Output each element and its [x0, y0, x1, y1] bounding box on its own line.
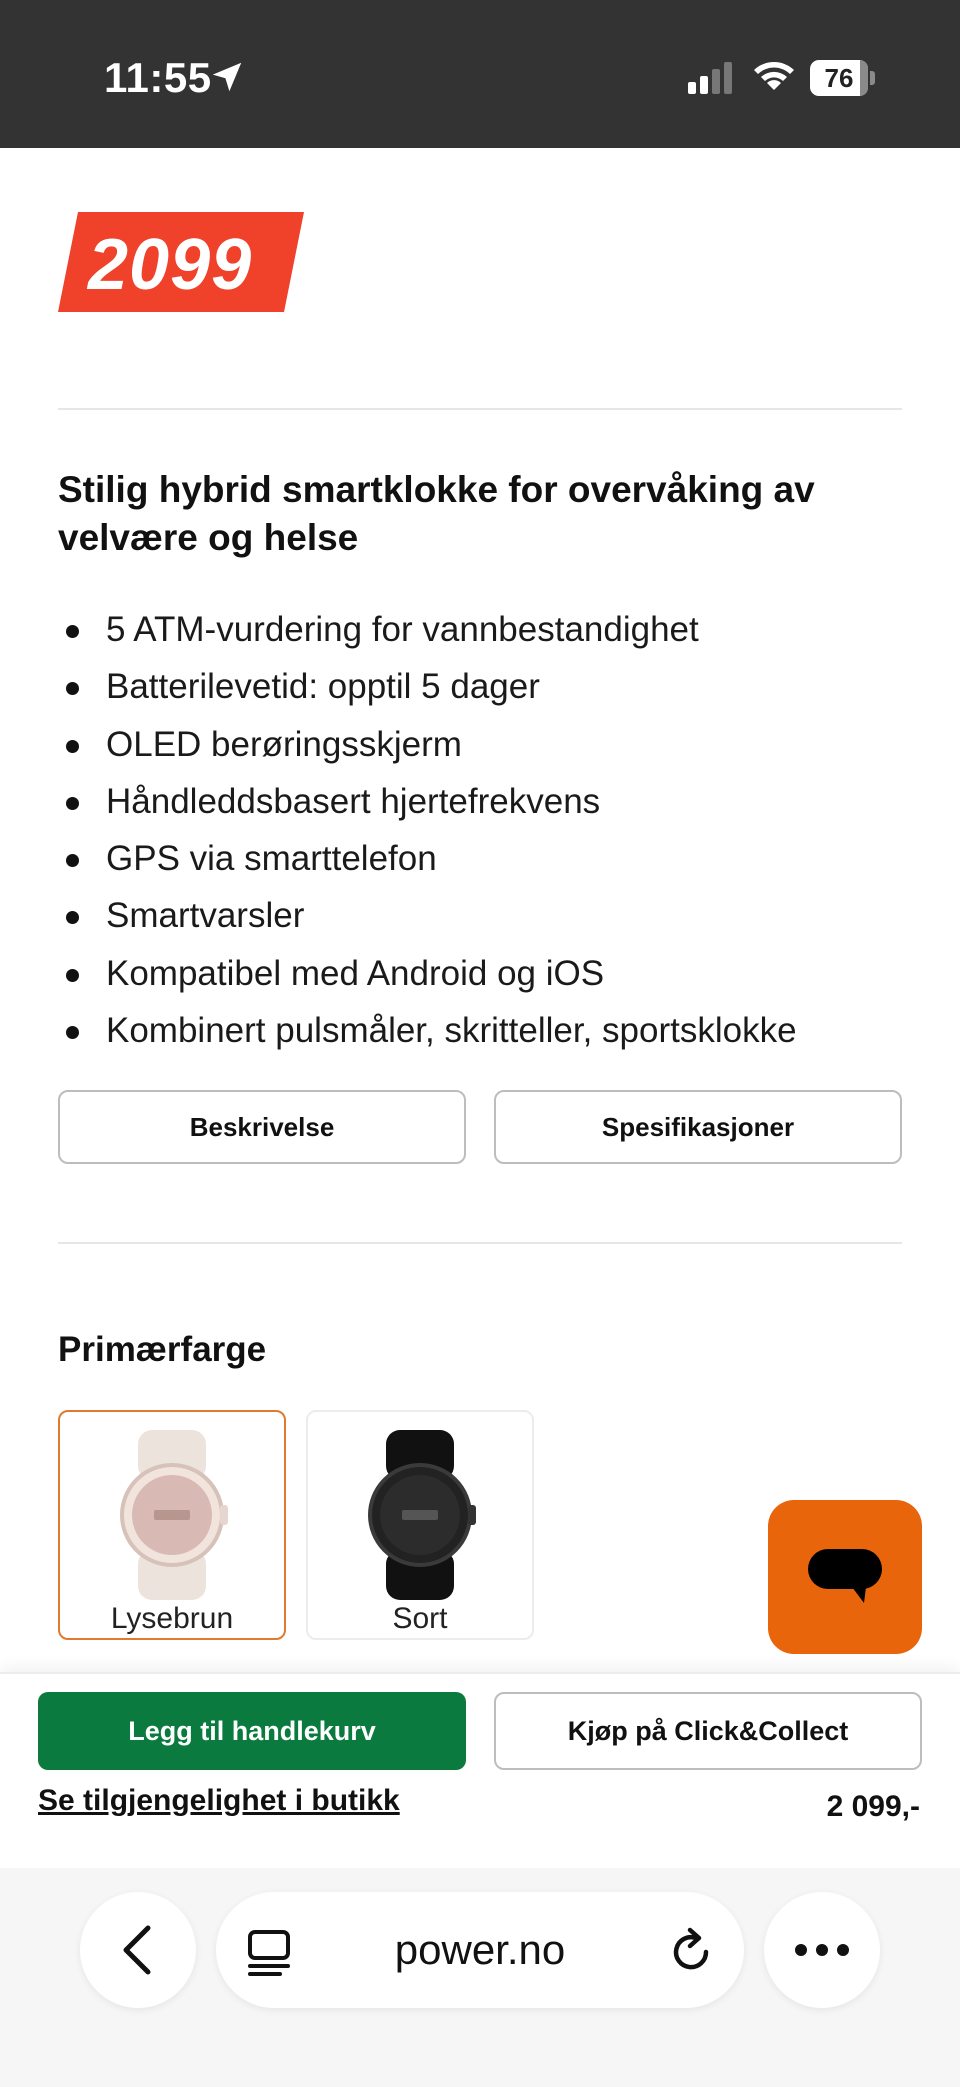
- signal-icon: [688, 62, 732, 94]
- battery-icon: 76: [810, 60, 875, 96]
- price-badge-text: 2099: [88, 225, 253, 305]
- feature-list: 5 ATM-vurdering for vannbestandighet Bat…: [58, 604, 918, 1062]
- more-dots-icon: [795, 1944, 849, 1956]
- chat-bubble-icon: [808, 1549, 882, 1603]
- feature-item: Batterilevetid: opptil 5 dager: [58, 661, 918, 718]
- color-option-sort[interactable]: Sort: [306, 1410, 534, 1640]
- status-bar: 11:55 76: [0, 0, 960, 148]
- feature-item: Smartvarsler: [58, 890, 918, 947]
- reload-icon[interactable]: [666, 1926, 716, 1976]
- buy-bar: Legg til handlekurv Kjøp på Click&Collec…: [0, 1672, 960, 1868]
- feature-item: GPS via smarttelefon: [58, 833, 918, 890]
- chat-button[interactable]: [768, 1500, 922, 1654]
- chevron-left-icon: [123, 1925, 151, 1975]
- feature-item: Kombinert pulsmåler, skritteller, sports…: [58, 1005, 918, 1062]
- wifi-icon: [754, 62, 794, 90]
- browser-toolbar: power.no: [0, 1868, 960, 2087]
- divider: [58, 1242, 902, 1244]
- battery-level: 76: [810, 60, 868, 96]
- color-option-label: Lysebrun: [110, 1602, 234, 1635]
- price-badge: 2099: [58, 212, 304, 312]
- click-collect-button[interactable]: Kjøp på Click&Collect: [494, 1692, 922, 1770]
- specifications-button[interactable]: Spesifikasjoner: [494, 1090, 902, 1164]
- store-availability-link[interactable]: Se tilgjengelighet i butikk: [38, 1784, 400, 1818]
- divider: [58, 408, 902, 410]
- description-button[interactable]: Beskrivelse: [58, 1090, 466, 1164]
- add-to-cart-button[interactable]: Legg til handlekurv: [38, 1692, 466, 1770]
- back-button[interactable]: [80, 1892, 196, 2008]
- feature-item: OLED berøringsskjerm: [58, 719, 918, 776]
- url-text: power.no: [394, 1926, 566, 1973]
- color-option-label: Sort: [392, 1602, 448, 1635]
- more-menu-button[interactable]: [764, 1892, 880, 2008]
- color-option-lysebrun[interactable]: Lysebrun: [58, 1410, 286, 1640]
- watch-image: [368, 1430, 476, 1600]
- feature-item: Kompatibel med Android og iOS: [58, 948, 918, 1005]
- location-arrow-icon: [212, 62, 242, 92]
- status-time: 11:55: [104, 54, 212, 101]
- address-bar[interactable]: power.no: [216, 1892, 744, 2008]
- feature-item: Håndleddsbasert hjertefrekvens: [58, 776, 918, 833]
- bottom-price: 2 099,-: [826, 1790, 920, 1823]
- product-headline: Stilig hybrid smartklokke for overvåking…: [58, 469, 815, 558]
- feature-item: 5 ATM-vurdering for vannbestandighet: [58, 604, 918, 661]
- watch-image: [120, 1430, 228, 1600]
- color-section-title: Primærfarge: [58, 1330, 267, 1369]
